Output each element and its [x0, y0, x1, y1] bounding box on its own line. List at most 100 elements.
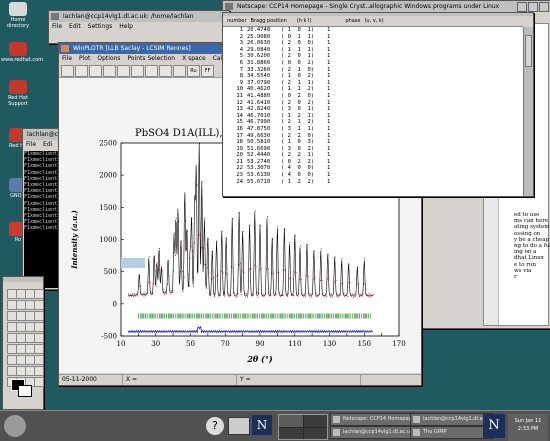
minimize-button[interactable] — [517, 2, 527, 12]
gimp-tool-icon[interactable] — [34, 333, 44, 343]
desktop-icon[interactable]: www.redhat.com — [1, 42, 44, 63]
reflections-scrollbar[interactable] — [523, 27, 533, 196]
gimp-toolbox[interactable] — [2, 276, 44, 410]
gimp-tool-icon[interactable] — [34, 311, 44, 321]
list-cell: ( 2 1 0) — [281, 66, 315, 73]
menu-item[interactable]: File — [62, 54, 72, 64]
gimp-tool-icon[interactable] — [34, 300, 44, 310]
list-item[interactable]: 19 51.6690 ( 3 0 2) 1 — [223, 146, 523, 153]
list-cell: 20 — [236, 152, 243, 159]
gnome-foot-icon[interactable] — [4, 415, 26, 437]
gimp-title-bar[interactable] — [3, 277, 43, 282]
list-item[interactable]: 3 26.0630 ( 2 0 0) 1 — [223, 40, 523, 47]
list-item[interactable]: 22 53.3070 ( 4 0 0) 1 — [223, 165, 523, 172]
help-icon[interactable]: ? — [206, 417, 224, 435]
menu-item[interactable]: Edit — [69, 22, 81, 32]
taskbar-window-button[interactable]: lachlan@ccp14vlg1.dl.ac.uk: /home/ — [330, 426, 422, 439]
menu-item[interactable]: X space — [182, 54, 206, 64]
clock[interactable]: Sun Jan 11 2:33 PM — [508, 414, 548, 441]
terminal-window-top[interactable]: lachlan@ccp14vlg1.dl.ac.uk: /home/lachla… — [48, 10, 230, 44]
list-item[interactable]: 6 31.8860 ( 0 0 2) 1 — [223, 60, 523, 67]
desktop-icon-label: Red Hat Support — [8, 95, 28, 107]
monitor-icon[interactable] — [228, 417, 250, 435]
list-cell: 20.4740 — [247, 27, 271, 33]
desktop-icon[interactable]: Home directory — [1, 2, 35, 29]
toolbar-button[interactable] — [61, 64, 74, 77]
toolbar-button[interactable] — [75, 64, 88, 77]
list-item[interactable]: 1 20.4740 ( 1 0 1) 1 — [223, 27, 523, 34]
netscape-title-bar[interactable]: Netscape: CCP14 Homepage - Single Cryst.… — [223, 1, 550, 12]
toolbar-button[interactable] — [117, 64, 130, 77]
toolbar-button[interactable] — [159, 64, 172, 77]
gimp-tool-icon[interactable] — [34, 355, 44, 365]
list-item[interactable]: 12 41.6410 ( 2 0 2) 1 — [223, 100, 523, 107]
toolbar-button[interactable] — [145, 64, 158, 77]
taskbar-netscape-icon[interactable]: N — [483, 414, 505, 438]
list-cell: 11 — [236, 92, 243, 99]
toolbar-button[interactable]: Ru — [187, 64, 200, 77]
list-item[interactable]: 16 47.8750 ( 3 1 1) 1 — [223, 126, 523, 133]
list-item[interactable]: 14 46.7010 ( 1 2 1) 1 — [223, 113, 523, 120]
list-item[interactable]: 18 50.5810 ( 1 0 3) 1 — [223, 139, 523, 146]
toolbar-button[interactable] — [173, 64, 186, 77]
toolbar-button[interactable] — [89, 64, 102, 77]
gimp-bg-color[interactable] — [18, 385, 32, 397]
list-cell: 40.4620 — [247, 86, 271, 93]
list-item[interactable]: 8 34.5540 ( 1 0 2) 1 — [223, 73, 523, 80]
menu-item[interactable]: Help — [119, 22, 133, 32]
desktop-icon[interactable]: Red Hat Support — [1, 80, 35, 107]
list-item[interactable]: 21 53.2740 ( 0 2 2) 1 — [223, 159, 523, 166]
toolbar-button[interactable]: FF — [201, 64, 214, 77]
list-item[interactable]: 9 37.0790 ( 2 1 1) 1 — [223, 80, 523, 87]
close-button[interactable] — [539, 2, 549, 12]
list-item[interactable]: 20 52.4440 ( 2 2 1) 1 — [223, 152, 523, 159]
gimp-tool-icon[interactable] — [34, 377, 44, 387]
list-item[interactable]: 5 30.6200 ( 2 0 1) 1 — [223, 53, 523, 60]
toolbar-button[interactable] — [131, 64, 144, 77]
list-cell: ( 2 2 1) — [281, 152, 315, 159]
taskbar-window-button[interactable]: lachlan@ccp14vlg1.dl.ac.uk: /home/ — [410, 413, 494, 426]
maximize-button[interactable] — [528, 2, 538, 12]
list-item[interactable]: 23 53.6130 ( 4 0 0) 1 — [223, 172, 523, 179]
list-item[interactable]: 4 29.0840 ( 1 1 1) 1 — [223, 47, 523, 54]
menu-item[interactable]: Options — [97, 54, 120, 64]
menu-item[interactable]: Edi — [43, 140, 52, 150]
menu-item[interactable]: File — [26, 140, 36, 150]
reflections-window[interactable]: number Bragg position (h k l) phase (u, … — [222, 12, 534, 197]
list-cell: 53.2740 — [247, 158, 271, 165]
menu-item[interactable]: File — [52, 22, 62, 32]
list-cell: ( 1 0 1) — [281, 27, 315, 33]
terminal-menubar: File Edit Settings Help — [49, 22, 229, 32]
terminal-title-bar[interactable]: lachlan@ccp14vlg1.dl.ac.uk: /home/lachla… — [49, 11, 229, 22]
scrollbar-thumb[interactable] — [525, 35, 532, 67]
list-item[interactable]: 17 49.6630 ( 2 2 0) 1 — [223, 133, 523, 140]
menu-item[interactable]: Settings — [88, 22, 113, 32]
list-item[interactable]: 10 40.4620 ( 1 1 2) 1 — [223, 86, 523, 93]
list-cell: 46.7990 — [247, 119, 271, 126]
list-cell: 17 — [236, 132, 243, 139]
reflections-list[interactable]: 1 20.4740( 1 0 1) 1 2 25.9080( 0 1 1) 1 3 26.06… — [223, 27, 523, 196]
gimp-tool-icon[interactable] — [34, 322, 44, 332]
taskbar-window-button[interactable]: The GIMP — [410, 426, 494, 439]
gimp-tool-icon[interactable] — [34, 366, 44, 376]
toolbar-button[interactable] — [103, 64, 116, 77]
redhat-support-icon — [9, 80, 27, 94]
taskbar-window-button[interactable]: Netscape: CCP14 Homepage - Sin... — [330, 413, 422, 426]
reflections-title-bar[interactable] — [223, 13, 533, 16]
gimp-tool-icon[interactable] — [34, 344, 44, 354]
list-item[interactable]: 2 25.9080 ( 0 1 1) 1 — [223, 34, 523, 41]
list-cell: ( 2 1 1) — [281, 79, 315, 86]
list-cell: 31.8860 — [247, 59, 271, 66]
list-cell: 22 — [236, 165, 243, 172]
list-item[interactable]: 24 55.0710 ( 1 2 2) 1 — [223, 179, 523, 186]
list-item[interactable]: 11 41.4880 ( 0 2 0) 1 — [223, 93, 523, 100]
list-item[interactable]: 7 33.3260 ( 2 1 0) 1 — [223, 67, 523, 74]
pager[interactable] — [278, 414, 328, 440]
list-item[interactable]: 13 42.8240 ( 3 0 1) 1 — [223, 106, 523, 113]
menu-item[interactable]: Points Selection — [128, 54, 176, 64]
menu-item[interactable]: Plot — [79, 54, 90, 64]
netscape-launcher-icon[interactable]: N — [252, 415, 272, 435]
desktop-icon-label: www.redhat.com — [1, 57, 44, 63]
list-item[interactable]: 15 46.7990 ( 2 1 2) 1 — [223, 119, 523, 126]
gimp-tool-icon[interactable] — [34, 289, 44, 299]
